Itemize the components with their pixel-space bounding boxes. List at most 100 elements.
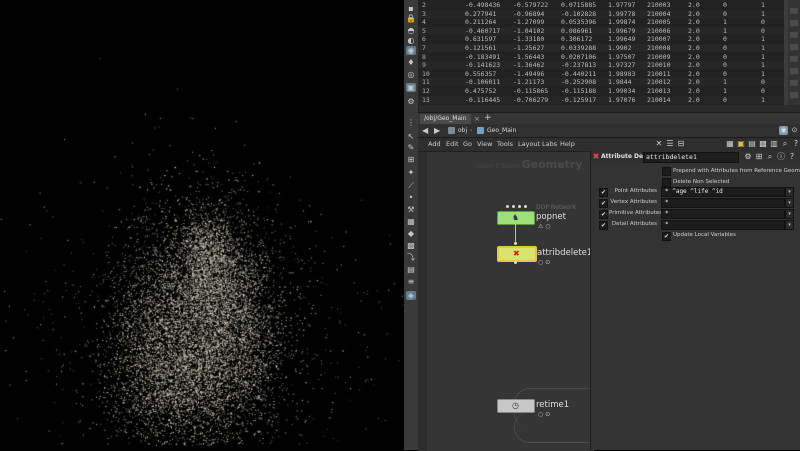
table-row[interactable]: 8 -0.183491 -1.56443 0.0207106 1.97507 210009… [418,53,788,61]
close-icon[interactable]: × [474,114,480,124]
chevron-down-icon[interactable]: ▾ [785,220,794,230]
chevron-down-icon[interactable]: ▾ [785,209,794,219]
points-icon[interactable] [790,8,798,14]
ghost-icon[interactable]: ◓ [406,26,416,35]
tree-icon[interactable]: ⊟ [676,139,686,149]
back-arrow-icon[interactable]: ◀ [422,126,428,135]
image-icon[interactable]: ▩ [758,139,768,149]
network-editor[interactable]: Indie Edition Geometry DOP Network ♞ popn… [418,151,594,451]
table-row[interactable]: 4 0.211264 -1.27099 0.0535396 1.99874 210005 2… [418,18,788,26]
layout-icon[interactable]: ▥ [769,139,779,149]
sort-icon[interactable] [790,80,798,86]
retime-node[interactable]: ◷ [497,399,535,413]
columns-icon[interactable] [790,68,798,74]
gear-icon[interactable]: ⚙ [743,152,753,162]
geometry-spreadsheet[interactable]: 2 -0.498436 -0.579722 0.0715885 1.97797 21000… [418,0,800,105]
settings-icon[interactable]: ▪ [406,4,416,13]
tab-obj-geo-main[interactable]: /obj/Geo_Main [420,114,471,124]
detail-attributes-toggle[interactable]: ✔ [599,221,608,230]
table-row[interactable]: 12 0.475752 -0.115865 -0.115188 1.99034 21001… [418,87,788,95]
grid-icon[interactable]: ⊞ [754,152,764,162]
wrench-icon[interactable]: ⚒ [406,205,416,214]
chevron-down-icon[interactable]: ▾ [785,187,794,197]
edit-icon[interactable]: ✎ [406,143,416,152]
menu-add[interactable]: Add [428,140,441,149]
tools-icon[interactable]: ✕ [654,139,664,149]
menu-labs[interactable]: Labs [542,140,557,149]
select-icon[interactable]: ↖ [406,132,416,141]
menu-layout[interactable]: Layout [518,140,540,149]
attribdelete-node[interactable]: ✖ [497,246,537,262]
node-name-field[interactable]: attribdelete1 [643,152,739,163]
display-icon[interactable]: ◐ [406,36,416,45]
filter-icon[interactable] [790,56,798,62]
breadcrumb-obj[interactable]: obj [458,126,467,135]
table-cell: 0 [761,78,765,87]
table-row[interactable]: 5 -0.460717 -1.04102 0.086961 1.99679 210006 2… [418,26,788,35]
menu-go[interactable]: Go [463,140,472,149]
table-row[interactable]: 10 0.556357 -1.49496 -0.440211 1.98983 210011… [418,70,788,78]
box-icon[interactable]: ▦ [406,217,416,226]
table-row[interactable]: 9 -0.141623 -1.36462 -0.237813 1.97327 210010… [418,61,788,70]
lock-icon[interactable]: 🔒 [406,14,416,23]
grid-icon[interactable]: ▤ [406,265,416,274]
point-attributes-field[interactable]: * ^age ^life ^id [661,187,785,197]
point-icon[interactable]: • [406,193,416,202]
menu-edit[interactable]: Edit [446,140,459,149]
menu-view[interactable]: View [477,140,492,149]
vertices-icon[interactable] [790,20,798,26]
table-row[interactable]: 13 -0.116445 -0.706279 -0.125917 1.97076 2100… [418,95,788,104]
camera-icon[interactable]: ◎ [406,70,416,79]
network-box-icon[interactable]: ▤ [747,139,757,149]
menu-help[interactable]: Help [560,140,575,149]
pin-icon[interactable]: ◉ [779,126,788,135]
grid-view-icon[interactable]: ▦ [725,139,735,149]
popnet-node[interactable]: ♞ [497,211,535,225]
scene-viewport[interactable] [0,0,404,450]
update-local-variables-checkbox[interactable]: ✔ [662,232,671,241]
layers-icon[interactable]: ≡ [406,277,416,286]
primitives-icon[interactable] [790,32,798,38]
texture-icon[interactable]: ▩ [406,241,416,250]
brush-icon[interactable]: ✦ [406,168,416,177]
forward-arrow-icon[interactable]: ▶ [434,126,440,135]
refresh-icon[interactable] [790,92,798,98]
frame-icon[interactable]: ⊞ [406,155,416,164]
table-row[interactable]: 6 0.631597 -1.33180 0.306172 1.99649 210007 2.… [418,35,788,43]
point-attributes-toggle[interactable]: ✔ [599,188,608,197]
background-icon[interactable]: ⚙ [406,97,416,106]
menu-tools[interactable]: Tools [497,140,513,149]
detail-attributes-field[interactable]: * [661,220,785,230]
viewport-layout-icon[interactable]: ▣ [406,83,416,92]
add-tab-button[interactable]: + [484,113,492,124]
help-icon[interactable]: ? [791,139,800,149]
visibility-icon[interactable]: ◉ [406,46,416,55]
link-icon[interactable]: ⤵ [406,253,416,262]
link-pane-icon[interactable]: ⊙ [790,126,799,135]
list-icon[interactable]: ☰ [665,139,675,149]
snap-icon[interactable]: ⋮ [406,118,416,127]
help-icon[interactable]: ? [787,152,797,162]
table-row[interactable]: 11 -0.106011 -1.21173 -0.252908 1.9844 210012… [418,78,788,87]
vertex-attributes-toggle[interactable]: ✔ [599,199,608,208]
table-row[interactable]: 3 0.277941 -0.96894 -0.102828 1.99778 210004 2… [418,9,788,18]
table-row[interactable]: 2 -0.498436 -0.579722 0.0715885 1.97797 21000… [418,1,788,9]
sticky-note-icon[interactable]: ▣ [736,139,746,149]
prepend-checkbox[interactable] [662,167,671,176]
input-dot [514,242,517,245]
search-icon[interactable]: ⌕ [765,152,775,162]
wire-icon[interactable]: ⟋ [406,181,416,190]
delete-non-selected-checkbox[interactable] [662,178,671,187]
shading-icon[interactable]: ◆ [406,229,416,238]
primitive-attributes-toggle[interactable]: ✔ [599,210,608,219]
info-icon[interactable]: ⓘ [776,152,786,162]
chevron-down-icon[interactable]: ▾ [785,198,794,208]
search-icon[interactable]: ⌕ [780,139,790,149]
detail-icon[interactable] [790,44,798,50]
primitive-attributes-field[interactable]: * [661,209,785,219]
vertex-attributes-field[interactable]: * [661,198,785,208]
light-icon[interactable]: ♦ [406,58,416,67]
table-row[interactable]: 7 0.121561 -1.25627 0.0339288 1.9902 210008 2.… [418,44,788,52]
render-icon[interactable]: ◈ [406,291,416,300]
breadcrumb-geo-main[interactable]: Geo_Main [487,126,516,135]
